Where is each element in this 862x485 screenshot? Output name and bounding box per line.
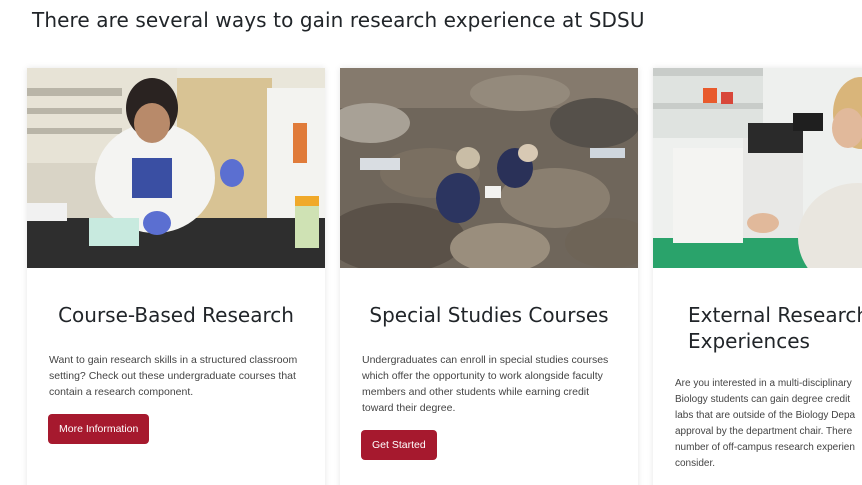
card-course-based-research: Course-Based Research Want to gain resea…: [27, 68, 325, 485]
more-information-button[interactable]: More Information: [48, 414, 150, 444]
card-title-line: External Research: [688, 303, 862, 327]
card-description: Are you interested in a multi-disciplina…: [673, 376, 862, 472]
card-text-line: Biology students can gain degree credit: [675, 394, 851, 405]
card-description: Want to gain research skills in a struct…: [49, 354, 298, 398]
card-title: Course-Based Research: [58, 303, 294, 327]
get-started-button[interactable]: Get Started: [361, 430, 437, 460]
page-title: There are several ways to gain research …: [32, 8, 645, 32]
card-external-research-experiences: External Research Experiences Are you in…: [653, 68, 862, 485]
card-title: Special Studies Courses: [369, 303, 609, 327]
card-title-line: Experiences: [688, 329, 810, 353]
tidepool-fieldwork-photo: [340, 68, 638, 268]
card-text-line: Are you interested in a multi-disciplina…: [675, 378, 852, 389]
card-text-line: number of off-campus research experien: [675, 442, 855, 453]
card-text-line: consider.: [675, 458, 716, 469]
card-text-line: labs that are outside of the Biology Dep…: [675, 410, 856, 421]
microscope-researcher-photo: [653, 68, 862, 268]
card-text-line: approval by the department chair. There: [675, 426, 853, 437]
card-description: Undergraduates can enroll in special stu…: [362, 354, 609, 414]
student-in-lab-photo: [27, 68, 325, 268]
card-title: External Research Experiences: [673, 302, 862, 354]
card-special-studies-courses: Special Studies Courses Undergraduates c…: [340, 68, 638, 485]
